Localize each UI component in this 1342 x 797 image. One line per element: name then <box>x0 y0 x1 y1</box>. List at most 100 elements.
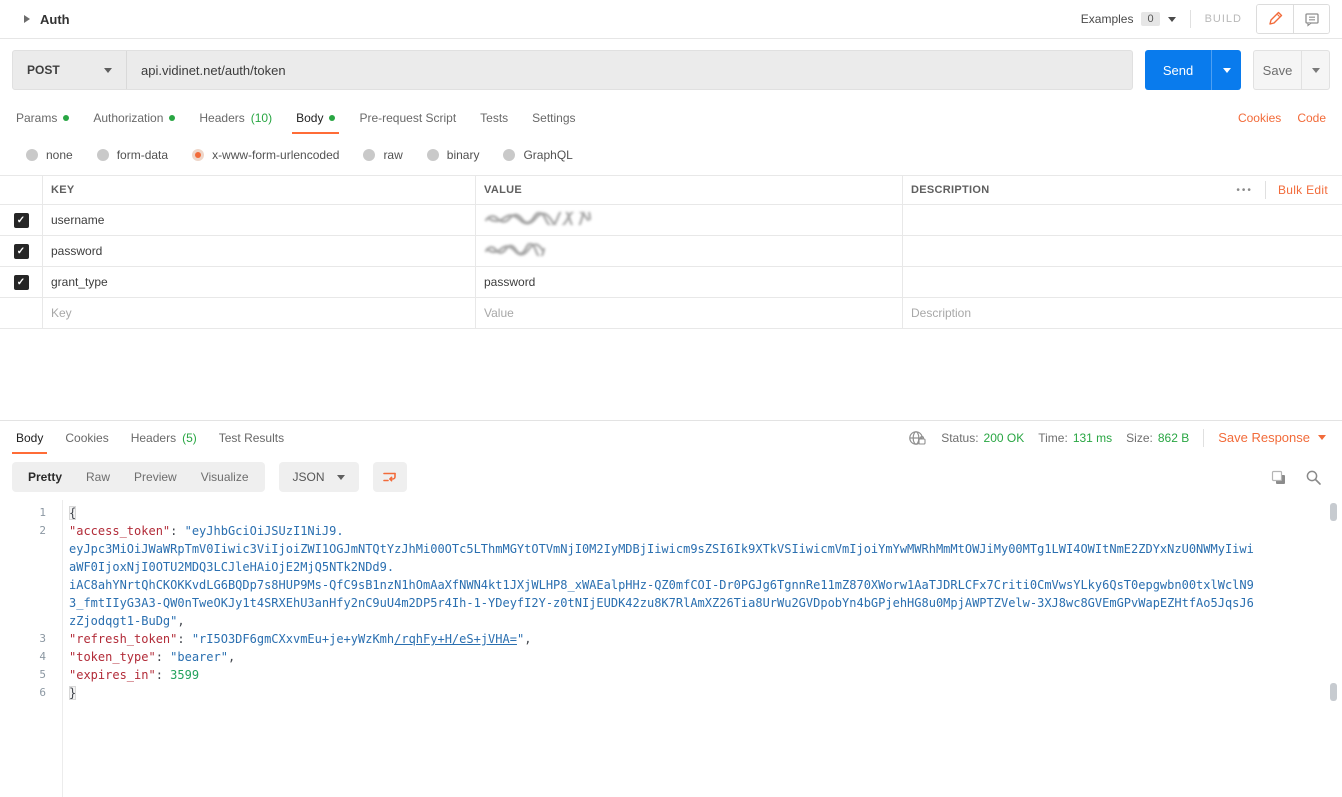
send-options-button[interactable] <box>1211 50 1241 90</box>
method-select[interactable]: POST <box>13 51 127 89</box>
tab-settings[interactable]: Settings <box>532 101 575 134</box>
description-cell[interactable] <box>902 236 1342 266</box>
description-input-placeholder[interactable]: Description <box>902 298 1342 328</box>
green-dot-icon <box>63 115 69 121</box>
edit-comment-button-group <box>1256 4 1330 34</box>
url-input[interactable]: api.vidinet.net/auth/token <box>127 51 1132 89</box>
line-number: 4 <box>0 648 46 666</box>
scrollbar-mark[interactable] <box>1330 683 1337 701</box>
mode-form-data[interactable]: form-data <box>97 148 168 162</box>
body-mode-selector: none form-data x-www-form-urlencoded raw… <box>0 134 1342 175</box>
response-tab-test-results[interactable]: Test Results <box>219 421 284 454</box>
url-text: api.vidinet.net/auth/token <box>141 63 286 78</box>
json-string: "rI5O3DF6gmCXxvmEu+je+yWzKmh <box>192 632 394 646</box>
response-tabs: Body Cookies Headers(5) Test Results Sta… <box>0 421 1342 454</box>
view-pretty[interactable]: Pretty <box>16 470 74 484</box>
green-dot-icon <box>329 115 335 121</box>
time-value: 131 ms <box>1073 431 1112 445</box>
more-actions-button[interactable]: ••• <box>1236 185 1253 196</box>
response-tab-cookies[interactable]: Cookies <box>65 421 108 454</box>
network-globe-icon[interactable] <box>908 430 927 446</box>
value-cell-masked[interactable] <box>475 236 902 266</box>
search-icon[interactable] <box>1305 469 1322 486</box>
format-select[interactable]: JSON <box>279 462 359 492</box>
line-number: 3 <box>0 630 46 648</box>
json-string: 3_fmtIIyG3A3-QW0nTweOKJy1t4SRXEhU3anHfy2… <box>69 596 1254 610</box>
tab-authorization[interactable]: Authorization <box>93 101 175 134</box>
scrollbar-thumb[interactable] <box>1330 503 1337 521</box>
comments-button[interactable] <box>1293 5 1329 33</box>
json-key: "refresh_token" <box>69 632 177 646</box>
save-response-button[interactable]: Save Response <box>1218 430 1326 445</box>
row-checkbox-checked[interactable]: ✓ <box>14 244 29 259</box>
tab-label: Cookies <box>65 431 108 445</box>
row-checkbox-checked[interactable]: ✓ <box>14 275 29 290</box>
urlencoded-params-table: KEY VALUE DESCRIPTION ••• Bulk Edit ✓ us… <box>0 175 1342 329</box>
tab-pre-request-script[interactable]: Pre-request Script <box>359 101 456 134</box>
cookies-link[interactable]: Cookies <box>1238 111 1281 125</box>
tab-tests[interactable]: Tests <box>480 101 508 134</box>
chevron-down-icon <box>1168 17 1176 22</box>
view-visualize[interactable]: Visualize <box>189 470 261 484</box>
request-builder-row: POST api.vidinet.net/auth/token Send Sav… <box>0 39 1342 101</box>
code-line: 3"refresh_token": "rI5O3DF6gmCXxvmEu+je+… <box>0 630 1342 648</box>
mode-none[interactable]: none <box>26 148 73 162</box>
examples-count-badge: 0 <box>1141 12 1159 26</box>
tab-body[interactable]: Body <box>296 101 335 134</box>
response-tab-body[interactable]: Body <box>16 421 43 454</box>
view-raw[interactable]: Raw <box>74 470 122 484</box>
wrap-lines-button[interactable] <box>373 462 407 492</box>
row-checkbox-checked[interactable]: ✓ <box>14 213 29 228</box>
chevron-down-icon <box>337 475 345 480</box>
bulk-edit-button[interactable]: Bulk Edit <box>1278 183 1328 197</box>
key-cell[interactable]: grant_type <box>42 267 475 297</box>
gutter-divider <box>62 500 63 797</box>
mode-x-www-form-urlencoded[interactable]: x-www-form-urlencoded <box>192 148 339 162</box>
key-cell[interactable]: password <box>42 236 475 266</box>
key-input-placeholder[interactable]: Key <box>42 298 475 328</box>
description-cell[interactable] <box>902 267 1342 297</box>
json-string-link[interactable]: /rqhFy+H/eS+jVHA= <box>394 632 517 646</box>
tab-headers[interactable]: Headers(10) <box>199 101 272 134</box>
save-label: Save <box>1263 63 1293 78</box>
response-body-editor[interactable]: 1{ 2"access_token": "eyJhbGciOiJSUzI1NiJ… <box>0 500 1342 797</box>
code-line: 6} <box>0 684 1342 702</box>
tab-params[interactable]: Params <box>16 101 69 134</box>
examples-dropdown[interactable]: Examples 0 <box>1081 12 1176 26</box>
tab-label: Test Results <box>219 431 284 445</box>
mode-graphql[interactable]: GraphQL <box>503 148 572 162</box>
top-bar: Auth Examples 0 BUILD <box>0 0 1342 39</box>
value-input-placeholder[interactable]: Value <box>475 298 902 328</box>
tab-label: Params <box>16 111 57 125</box>
mode-binary[interactable]: binary <box>427 148 480 162</box>
url-bar: POST api.vidinet.net/auth/token <box>12 50 1133 90</box>
save-button[interactable]: Save <box>1253 50 1301 90</box>
save-options-button[interactable] <box>1301 50 1330 90</box>
mode-label: binary <box>447 148 480 162</box>
value-cell[interactable]: password <box>475 267 902 297</box>
json-string: aWF0IjoxNjI0OTU2MDQ3LCJleHAiOjE2MjQ5NTk2… <box>69 560 394 574</box>
edit-button[interactable] <box>1257 5 1293 33</box>
response-panel: Body Cookies Headers(5) Test Results Sta… <box>0 420 1342 797</box>
copy-icon[interactable] <box>1270 469 1287 486</box>
chevron-down-icon <box>1312 68 1320 73</box>
description-cell[interactable] <box>902 205 1342 235</box>
masked-value <box>484 212 592 228</box>
divider <box>1265 181 1266 199</box>
value-cell-masked[interactable] <box>475 205 902 235</box>
tab-count: (5) <box>182 431 197 445</box>
code-link[interactable]: Code <box>1297 111 1326 125</box>
time-label: Time: <box>1038 431 1068 445</box>
radio-icon <box>427 149 439 161</box>
pencil-icon <box>1267 11 1283 27</box>
method-value: POST <box>27 63 60 77</box>
send-button[interactable]: Send <box>1145 50 1211 90</box>
line-number: 6 <box>0 684 46 702</box>
json-number: 3599 <box>170 668 199 682</box>
mode-raw[interactable]: raw <box>363 148 402 162</box>
response-tab-headers[interactable]: Headers(5) <box>131 421 197 454</box>
key-cell[interactable]: username <box>42 205 475 235</box>
code-line: 1{ <box>0 504 1342 522</box>
request-title-group[interactable]: Auth <box>24 12 70 27</box>
view-preview[interactable]: Preview <box>122 470 189 484</box>
